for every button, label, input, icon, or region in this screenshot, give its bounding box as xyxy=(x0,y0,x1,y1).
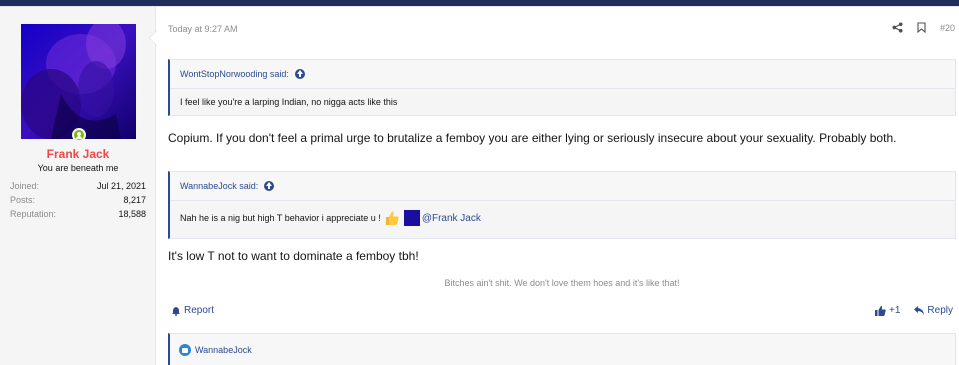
user-title: You are beneath me xyxy=(37,163,119,173)
stat-label: Reputation: xyxy=(10,209,57,219)
stat-joined: Joined: Jul 21, 2021 xyxy=(10,179,146,193)
report-button[interactable]: Report xyxy=(171,305,214,316)
quote-text: I feel like you're a larping Indian, no … xyxy=(180,97,398,107)
quote-content: Nah he is a nig but high T behavior i ap… xyxy=(170,201,955,234)
avatar-image xyxy=(21,24,136,139)
bell-icon xyxy=(172,306,180,316)
like-button[interactable]: +1 xyxy=(875,305,900,316)
stat-label: Joined: xyxy=(10,181,40,191)
post-number[interactable]: #20 xyxy=(940,23,955,33)
quote-author[interactable]: WannabeJock said: xyxy=(180,181,258,191)
user-mention-link[interactable]: @Frank Jack xyxy=(422,213,481,224)
avatar[interactable] xyxy=(21,24,136,139)
like-reaction-icon xyxy=(179,343,191,356)
bookmark-icon[interactable] xyxy=(917,22,926,33)
online-status-icon xyxy=(72,128,86,142)
post-header-actions: #20 xyxy=(892,22,955,33)
forum-post: Frank Jack You are beneath me Joined: Ju… xyxy=(0,6,959,365)
jump-to-post-icon[interactable] xyxy=(264,181,275,191)
message-cell: Today at 9:27 AM #20 WontStopNorwooding … xyxy=(157,7,959,365)
post-footer-actions: +1 Reply xyxy=(875,305,953,316)
signature: Bitches ain't shit. We don't love them h… xyxy=(444,278,680,288)
quote-block: WannabeJock said: Nah he is a nig but hi… xyxy=(168,171,956,239)
reply-button[interactable]: Reply xyxy=(914,305,953,316)
username[interactable]: Frank Jack xyxy=(0,147,156,161)
quote-header: WontStopNorwooding said: xyxy=(170,60,955,89)
reply-icon xyxy=(914,306,925,315)
message-arrow xyxy=(149,30,157,46)
post-timestamp[interactable]: Today at 9:27 AM xyxy=(168,24,238,34)
share-icon[interactable] xyxy=(892,22,903,33)
quote-block: WontStopNorwooding said: I feel like you… xyxy=(168,59,956,116)
jump-to-post-icon[interactable] xyxy=(294,69,305,79)
user-stats: Joined: Jul 21, 2021 Posts: 8,217 Reputa… xyxy=(10,179,146,221)
reactions-bar[interactable]: WannabeJock xyxy=(168,333,956,365)
message-text: It's low T not to want to dominate a fem… xyxy=(168,249,419,263)
stat-label: Posts: xyxy=(10,195,36,205)
user-info-panel: Frank Jack You are beneath me Joined: Ju… xyxy=(0,7,156,365)
thumbs-up-icon xyxy=(875,305,886,316)
quote-author[interactable]: WontStopNorwooding said: xyxy=(180,69,289,79)
mention-avatar[interactable] xyxy=(403,210,420,226)
quote-header: WannabeJock said: xyxy=(170,172,955,201)
stat-reputation: Reputation: 18,588 xyxy=(10,207,146,221)
stat-posts: Posts: 8,217 xyxy=(10,193,146,207)
quote-text: Nah he is a nig but high T behavior i ap… xyxy=(180,213,381,223)
report-label: Report xyxy=(184,305,215,316)
like-count: +1 xyxy=(889,305,901,316)
stat-value: 18,588 xyxy=(118,209,146,219)
reaction-users[interactable]: WannabeJock xyxy=(195,345,252,355)
reply-label: Reply xyxy=(927,305,953,316)
stat-value: Jul 21, 2021 xyxy=(96,181,146,191)
stat-value: 8,217 xyxy=(123,195,146,205)
message-text: Copium. If you don't feel a primal urge … xyxy=(168,131,897,145)
thumbs-up-emoji-icon xyxy=(384,210,400,226)
